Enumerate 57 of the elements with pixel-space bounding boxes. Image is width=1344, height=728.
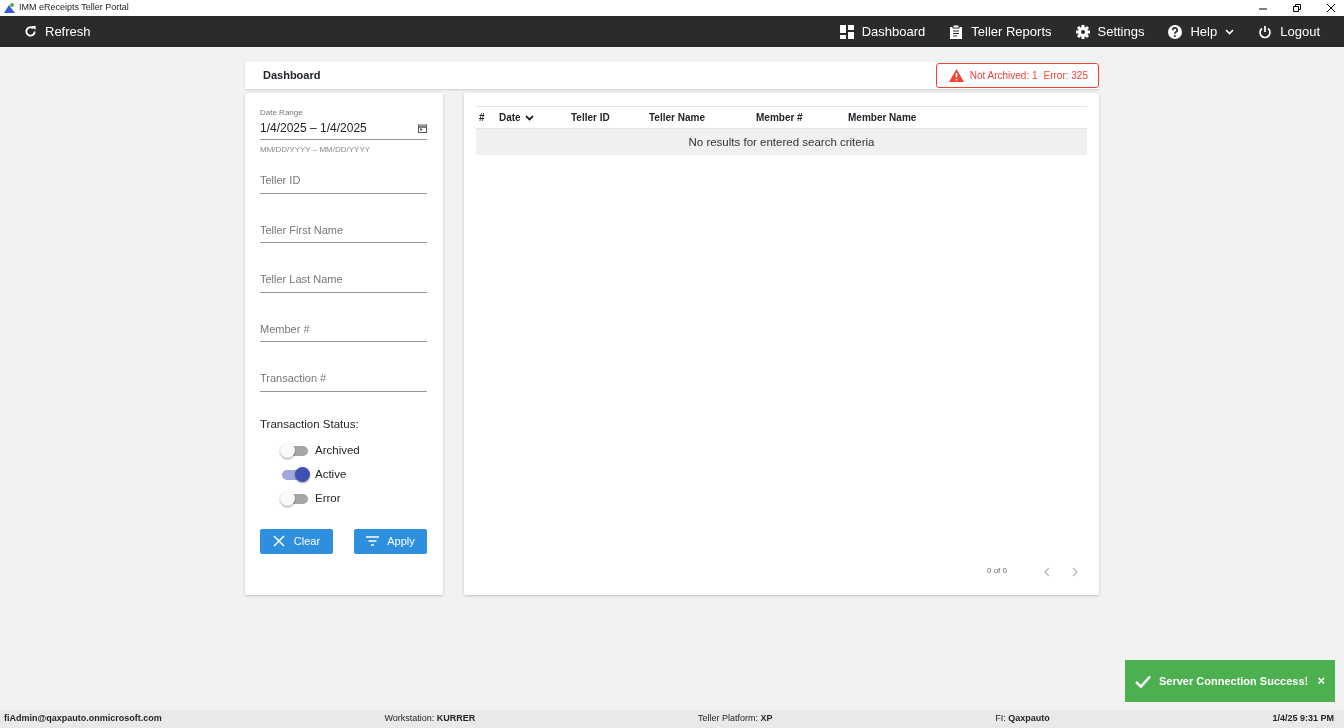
empty-message: No results for entered search criteria	[476, 129, 1087, 155]
text-field[interactable]: Transaction #	[260, 366, 427, 392]
text-field[interactable]: Teller First Name	[260, 217, 427, 243]
column-header[interactable]: #	[479, 110, 499, 125]
filter-icon	[366, 535, 380, 548]
page-title: Dashboard	[263, 68, 321, 84]
status-label: Transaction Status:	[260, 416, 360, 432]
text-field[interactable]: Teller Last Name	[260, 267, 427, 293]
pagination-range: 0 of 0	[987, 565, 1007, 578]
field-hint: MM/DD/YYYY – MM/DD/YYYY	[260, 144, 372, 156]
clipboard-icon	[949, 24, 964, 39]
settings-icon	[1075, 24, 1090, 39]
field-value: 1/4/2025 – 1/4/2025	[260, 120, 367, 137]
calendar-icon[interactable]	[418, 123, 427, 133]
status-text: FI: Qaxpauto	[995, 712, 1050, 726]
toast-message: Server Connection Success!	[1159, 673, 1310, 689]
toggle-label: Archived	[315, 443, 360, 459]
app-logo-icon	[4, 3, 15, 13]
close-icon	[272, 535, 286, 548]
refresh-icon	[24, 25, 37, 38]
close-icon[interactable]	[1326, 3, 1336, 13]
nav-link[interactable]: Settings	[1075, 21, 1145, 42]
power-icon	[1258, 24, 1273, 39]
check-icon	[1135, 674, 1151, 688]
toggle-label: Active	[315, 467, 347, 483]
status-text: fiAdmin@qaxpauto.onmicrosoft.com	[4, 712, 162, 726]
restore-icon[interactable]	[1292, 3, 1302, 13]
sort-header[interactable]: Date	[499, 110, 571, 125]
text-field[interactable]: Member #	[260, 316, 427, 342]
alert-text: Error: 325	[1043, 69, 1088, 83]
column-header[interactable]: Member Name	[848, 110, 968, 125]
field-label: Date Range	[260, 107, 304, 119]
toggle-switch[interactable]	[282, 469, 308, 480]
caret-icon	[1225, 28, 1235, 35]
help-icon	[1168, 24, 1183, 39]
status-text: Teller Platform: XP	[698, 712, 773, 726]
column-header[interactable]: Member #	[756, 110, 848, 125]
status-text: Workstation: KURRER	[384, 712, 476, 726]
column-header[interactable]: Teller Name	[649, 110, 756, 125]
status-text: 1/4/25 9:31 PM	[1272, 712, 1334, 726]
toggle-label: Error	[315, 491, 341, 507]
alert-text: Not Archived: 1	[969, 69, 1038, 83]
refresh-button[interactable]: Refresh	[24, 21, 91, 42]
toggle-switch[interactable]	[282, 445, 308, 456]
date-range-field[interactable]: Date Range 1/4/2025 – 1/4/2025	[260, 107, 427, 140]
window-title: IMM eReceipts Teller Portal	[19, 1, 130, 15]
text-field[interactable]: Teller ID	[260, 168, 427, 194]
warning-icon	[948, 69, 964, 82]
nav-link[interactable]: Logout	[1258, 21, 1320, 42]
dashboard-icon	[839, 24, 854, 39]
menu-dropdown[interactable]: Help	[1168, 21, 1235, 42]
nav-link[interactable]: Dashboard	[839, 21, 926, 42]
status-alert[interactable]: Not Archived: 1 Error: 325	[935, 63, 1099, 88]
chevron-down-icon	[524, 114, 534, 121]
column-header[interactable]: Teller ID	[571, 110, 649, 125]
nav-link[interactable]: Teller Reports	[949, 21, 1052, 42]
toggle-switch[interactable]	[282, 493, 308, 504]
